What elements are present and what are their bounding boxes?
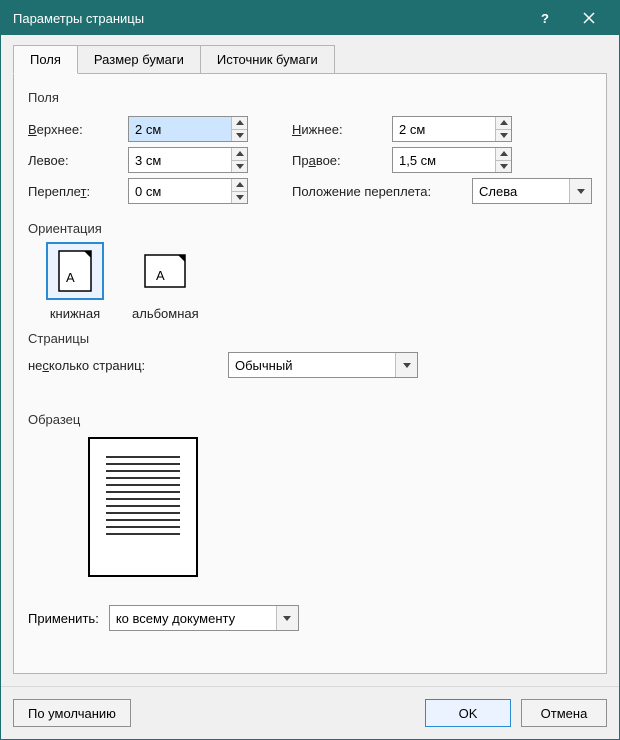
multi-pages-value: Обычный [229,353,395,377]
spinner-down-icon[interactable] [232,130,247,142]
top-margin-label: Верхнее: [28,122,128,137]
help-icon: ? [538,11,552,25]
spinner-down-icon[interactable] [496,130,511,142]
spinner-up-icon[interactable] [232,117,247,130]
margins-section-label: Поля [28,90,592,105]
spinner-up-icon[interactable] [496,117,511,130]
chevron-down-icon[interactable] [276,606,298,630]
bottom-margin-input[interactable] [393,117,495,141]
set-default-button[interactable]: По умолчанию [13,699,131,727]
orientation-landscape[interactable]: A альбомная [132,242,199,321]
apply-to-label: Применить: [28,611,99,626]
apply-to-select[interactable]: ко всему документу [109,605,299,631]
ok-button[interactable]: OK [425,699,511,727]
multi-pages-select[interactable]: Обычный [228,352,418,378]
dialog-title: Параметры страницы [13,11,523,26]
top-margin-input[interactable] [129,117,231,141]
left-margin-label: Левое: [28,153,128,168]
tab-margins[interactable]: Поля [13,45,78,74]
tab-strip: Поля Размер бумаги Источник бумаги [13,45,607,74]
gutter-position-value: Слева [473,179,569,203]
right-margin-input[interactable] [393,148,495,172]
bottom-margin-label: Нижнее: [292,122,392,137]
orientation-section-label: Ориентация [28,221,592,236]
help-button[interactable]: ? [523,1,567,35]
gutter-position-label: Положение переплета: [292,184,472,199]
page-setup-dialog: Параметры страницы ? Поля Размер бумаги … [0,0,620,740]
orientation-portrait[interactable]: A книжная [46,242,104,321]
titlebar: Параметры страницы ? [1,1,619,35]
chevron-down-icon[interactable] [569,179,591,203]
svg-text:A: A [156,268,165,283]
tab-paper-source[interactable]: Источник бумаги [200,45,335,74]
spinner-down-icon[interactable] [232,192,247,204]
multi-pages-label: несколько страниц: [28,358,228,373]
gutter-position-select[interactable]: Слева [472,178,592,204]
landscape-icon: A [136,242,194,300]
spinner-up-icon[interactable] [232,148,247,161]
close-button[interactable] [567,1,611,35]
gutter-input[interactable] [129,179,231,203]
gutter-label: Переплет: [28,184,128,199]
apply-to-value: ко всему документу [110,606,276,630]
spinner-down-icon[interactable] [496,161,511,173]
left-margin-input[interactable] [129,148,231,172]
preview-section-label: Образец [28,412,592,427]
svg-text:A: A [66,270,75,285]
cancel-button[interactable]: Отмена [521,699,607,727]
top-margin-spinner[interactable] [128,116,248,142]
tab-panel: Поля Верхнее: Левое: [13,74,607,674]
spinner-up-icon[interactable] [232,179,247,192]
landscape-label: альбомная [132,306,199,321]
right-margin-spinner[interactable] [392,147,512,173]
tab-paper-size[interactable]: Размер бумаги [77,45,201,74]
portrait-icon: A [46,242,104,300]
bottom-margin-spinner[interactable] [392,116,512,142]
gutter-spinner[interactable] [128,178,248,204]
dialog-footer: По умолчанию OK Отмена [1,686,619,739]
chevron-down-icon[interactable] [395,353,417,377]
portrait-label: книжная [50,306,100,321]
page-preview [88,437,198,577]
pages-section-label: Страницы [28,331,592,346]
close-icon [583,12,595,24]
svg-text:?: ? [541,11,549,25]
right-margin-label: Правое: [292,153,392,168]
left-margin-spinner[interactable] [128,147,248,173]
spinner-up-icon[interactable] [496,148,511,161]
spinner-down-icon[interactable] [232,161,247,173]
